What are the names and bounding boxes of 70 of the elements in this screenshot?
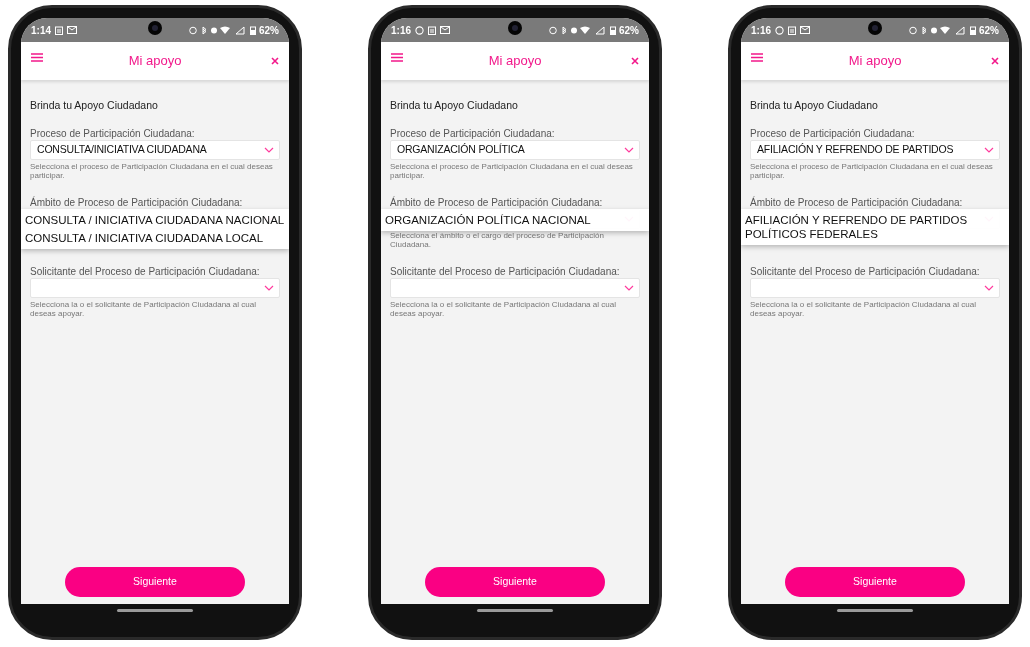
camera-hole-icon — [148, 21, 162, 35]
calendar-icon — [55, 25, 63, 35]
battery-percentage: 62% — [619, 23, 639, 38]
close-icon[interactable] — [631, 57, 639, 65]
camera-hole-icon — [868, 21, 882, 35]
mail-icon — [67, 26, 77, 34]
chevron-down-icon — [624, 146, 634, 153]
field-hint: Selecciona el ámbito o el cargo del proceso de Participación Ciudadana. — [390, 229, 605, 251]
battery-icon — [610, 25, 616, 35]
chevron-down-icon — [624, 284, 634, 291]
mail-icon — [800, 26, 810, 34]
camera-hole-icon — [508, 21, 522, 35]
clock-time: 1:14 — [31, 23, 51, 38]
field-hint: Selecciona la o el solicitante de Participación Ciudadana al cual deseas apoyar. — [390, 298, 617, 320]
chevron-down-icon — [984, 146, 994, 153]
screen-title: Mi apoyo — [848, 52, 902, 71]
field-label: Proceso de Participación Ciudadana: — [750, 126, 916, 140]
field-hint: Selecciona la o el solicitante de Participación Ciudadana al cual deseas apoyar. — [30, 298, 257, 320]
field-label: Proceso de Participación Ciudadana: — [390, 126, 556, 140]
dropdown-field[interactable]: ORGANIZACIÓN POLÍTICA — [390, 139, 640, 160]
field-label: Solicitante del Proceso de Participación Ciudadana: — [390, 264, 621, 278]
dropdown-option[interactable]: CONSULTA / INICIATIVA CIUDADANA LOCAL — [21, 228, 289, 247]
dropdown-field[interactable] — [750, 277, 1000, 298]
menu-icon[interactable] — [751, 53, 763, 62]
next-button[interactable]: Siguiente — [65, 567, 245, 597]
calendar-icon — [788, 25, 796, 35]
status-icons-drawing — [549, 25, 607, 35]
field-label: Ámbito de Proceso de Participación Ciudadana: — [30, 195, 244, 209]
section-heading: Brinda tu Apoyo Ciudadano — [390, 98, 519, 113]
chat-icon — [415, 25, 424, 35]
menu-icon[interactable] — [31, 53, 43, 62]
section-heading: Brinda tu Apoyo Ciudadano — [750, 98, 879, 113]
dropdown-field[interactable] — [30, 277, 280, 298]
battery-icon — [250, 25, 256, 35]
status-icons-drawing — [909, 25, 967, 35]
status-icons-drawing — [189, 25, 247, 35]
field-label: Ámbito de Proceso de Participación Ciudadana: — [390, 195, 604, 209]
chevron-down-icon — [264, 146, 274, 153]
dropdown-field[interactable]: CONSULTA/INICIATIVA CIUDADANA — [30, 139, 280, 160]
close-icon[interactable] — [271, 57, 279, 65]
mail-icon — [440, 26, 450, 34]
battery-percentage: 62% — [259, 23, 279, 38]
field-hint: Selecciona el proceso de Participación Ciudadana en el cual deseas participar. — [390, 160, 634, 182]
field-label: Solicitante del Proceso de Participación Ciudadana: — [750, 264, 981, 278]
dropdown-option[interactable]: ORGANIZACIÓN POLÍTICA NACIONAL — [381, 210, 649, 229]
clock-time: 1:16 — [391, 23, 411, 38]
field-hint: Selecciona el proceso de Participación Ciudadana en el cual deseas participar. — [750, 160, 994, 182]
dropdown-field[interactable] — [390, 277, 640, 298]
dropdown-option[interactable]: AFILIACIÓN Y REFRENDO DE PARTIDOS POLÍTICOS FEDERALES — [741, 210, 1009, 243]
dropdown-field[interactable]: AFILIACIÓN Y REFRENDO DE PARTIDOS — [750, 139, 1000, 160]
battery-icon — [970, 25, 976, 35]
section-heading: Brinda tu Apoyo Ciudadano — [30, 98, 159, 113]
screen-title: Mi apoyo — [128, 52, 182, 71]
menu-icon[interactable] — [391, 53, 403, 62]
next-button[interactable]: Siguiente — [425, 567, 605, 597]
next-button[interactable]: Siguiente — [785, 567, 965, 597]
dropdown-option[interactable]: CONSULTA / INICIATIVA CIUDADANA NACIONAL — [21, 210, 289, 229]
field-label: Solicitante del Proceso de Participación Ciudadana: — [30, 264, 261, 278]
close-icon[interactable] — [991, 57, 999, 65]
field-hint: Selecciona el proceso de Participación Ciudadana en el cual deseas participar. — [30, 160, 274, 182]
field-hint: Selecciona la o el solicitante de Participación Ciudadana al cual deseas apoyar. — [750, 298, 977, 320]
battery-percentage: 62% — [979, 23, 999, 38]
chevron-down-icon — [264, 284, 274, 291]
chevron-down-icon — [984, 284, 994, 291]
clock-time: 1:16 — [751, 23, 771, 38]
field-label: Proceso de Participación Ciudadana: — [30, 126, 196, 140]
screen-title: Mi apoyo — [488, 52, 542, 71]
field-label: Ámbito de Proceso de Participación Ciudadana: — [750, 195, 964, 209]
calendar-icon — [428, 25, 436, 35]
chat-icon — [775, 25, 784, 35]
